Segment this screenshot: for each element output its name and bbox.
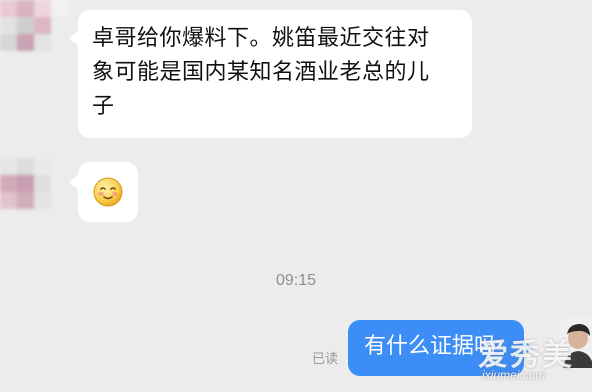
incoming-emoji-bubble[interactable] bbox=[69, 162, 138, 222]
read-receipt: 已读 bbox=[312, 352, 339, 367]
incoming-message-bubble[interactable]: 卓哥给你爆料下。姚笛最近交往对 象可能是国内某知名酒业老总的儿 子 bbox=[69, 10, 472, 138]
watermark-url: ixiumei.com bbox=[482, 368, 546, 382]
smile-emoji-icon bbox=[93, 177, 123, 207]
message-text: 卓哥给你爆料下。姚笛最近交往对 象可能是国内某知名酒业老总的儿 子 bbox=[92, 26, 430, 119]
bubble-tail bbox=[69, 30, 79, 46]
contact-avatar[interactable] bbox=[0, 0, 68, 68]
message-timestamp: 09:15 bbox=[275, 272, 317, 289]
contact-avatar[interactable] bbox=[0, 158, 68, 226]
message-text: 有什么证据吗 bbox=[364, 334, 497, 359]
bubble-tail bbox=[69, 174, 79, 190]
